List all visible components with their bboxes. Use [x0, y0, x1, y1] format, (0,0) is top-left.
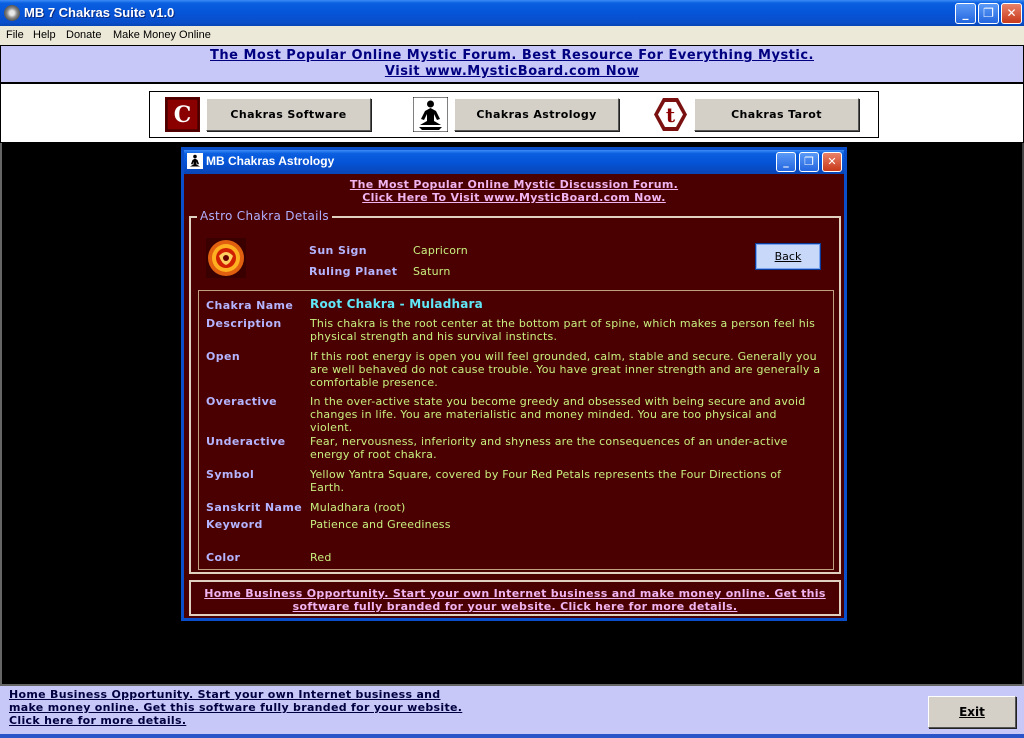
svg-text:t: t	[666, 103, 676, 127]
menu-make-money-online[interactable]: Make Money Online	[113, 29, 211, 41]
restore-button[interactable]: ❐	[978, 3, 999, 24]
chakra-name-value: Root Chakra - Muladhara	[310, 297, 483, 311]
back-button[interactable]: Back	[755, 243, 821, 270]
close-button[interactable]: ✕	[1001, 3, 1022, 24]
chakras-tarot-icon[interactable]: t	[653, 97, 688, 132]
child-window-title: MB Chakras Astrology	[206, 154, 335, 168]
description-value: This chakra is the root center at the bo…	[310, 317, 816, 343]
mysticboard-banner-link[interactable]: The Most Popular Online Mystic Forum. Be…	[202, 46, 822, 80]
sanskrit-name-value: Muladhara (root)	[310, 501, 406, 514]
symbol-value: Yellow Yantra Square, covered by Four Re…	[310, 468, 782, 494]
window-title: MB 7 Chakras Suite v1.0	[24, 5, 175, 20]
sun-sign-value: Capricorn	[413, 244, 468, 257]
ruling-planet-label: Ruling Planet	[309, 265, 398, 278]
ruling-planet-value: Saturn	[413, 265, 451, 278]
app-icon	[4, 5, 20, 21]
chakras-tarot-button[interactable]: Chakras Tarot	[694, 98, 859, 131]
child-maximize-button[interactable]: ❐	[799, 152, 819, 172]
minimize-button[interactable]: _	[955, 3, 976, 24]
bottom-promo-link[interactable]: Home Business Opportunity. Start your ow…	[9, 688, 479, 727]
meditation-figure-icon[interactable]	[412, 96, 449, 133]
menu-bar: File Help Donate Make Money Online	[0, 26, 1024, 45]
home-business-link-box: Home Business Opportunity. Start your ow…	[189, 580, 841, 616]
keyword-value: Patience and Greediness	[310, 518, 451, 531]
toolbar-box: C Chakras Software Chakras Astrology t C…	[149, 91, 879, 138]
chakras-software-button[interactable]: Chakras Software	[206, 98, 371, 131]
forum-link-line1[interactable]: The Most Popular Online Mystic Discussio…	[184, 178, 844, 191]
sanskrit-name-label: Sanskrit Name	[206, 501, 303, 514]
forum-link-line2[interactable]: Click Here To Visit www.MysticBoard.com …	[184, 191, 844, 204]
root-chakra-icon	[206, 238, 246, 278]
menu-help[interactable]: Help	[33, 29, 56, 41]
underactive-label: Underactive	[206, 435, 286, 448]
color-value: Red	[310, 551, 332, 564]
chakra-name-label: Chakra Name	[206, 299, 294, 312]
child-title-bar: MB Chakras Astrology _ ❐ ✕	[184, 150, 844, 174]
toolbar-strip: C Chakras Software Chakras Astrology t C…	[0, 83, 1024, 143]
menu-donate[interactable]: Donate	[66, 29, 101, 41]
exit-button[interactable]: Exit	[928, 696, 1016, 728]
open-value: If this root energy is open you will fee…	[310, 350, 821, 389]
top-banner: The Most Popular Online Mystic Forum. Be…	[0, 45, 1024, 83]
chakras-astrology-button[interactable]: Chakras Astrology	[454, 98, 619, 131]
svg-text:C: C	[174, 102, 192, 128]
child-close-button[interactable]: ✕	[822, 152, 842, 172]
chakra-details-panel: Chakra Name Root Chakra - Muladhara Desc…	[198, 290, 834, 570]
bottom-bar: Home Business Opportunity. Start your ow…	[0, 684, 1024, 738]
sun-sign-label: Sun Sign	[309, 244, 368, 257]
overactive-value: In the over-active state you become gree…	[310, 395, 806, 434]
menu-file[interactable]: File	[6, 29, 24, 41]
description-label: Description	[206, 317, 282, 330]
symbol-label: Symbol	[206, 468, 255, 481]
open-label: Open	[206, 350, 241, 363]
home-business-link[interactable]: Home Business Opportunity. Start your ow…	[191, 587, 839, 613]
underactive-value: Fear, nervousness, inferiority and shyne…	[310, 435, 788, 461]
group-title: Astro Chakra Details	[197, 209, 332, 223]
keyword-label: Keyword	[206, 518, 263, 531]
child-minimize-button[interactable]: _	[776, 152, 796, 172]
overactive-label: Overactive	[206, 395, 278, 408]
chakras-astrology-window: MB Chakras Astrology _ ❐ ✕ The Most Popu…	[181, 147, 847, 621]
color-label: Color	[206, 551, 241, 564]
meditation-title-icon	[187, 153, 203, 169]
taskbar-edge	[0, 734, 1024, 738]
main-title-bar: MB 7 Chakras Suite v1.0 _ ❐ ✕	[0, 0, 1024, 26]
astro-chakra-details-group: Astro Chakra Details Sun Sign Capricorn …	[189, 209, 841, 574]
chakras-software-icon[interactable]: C	[165, 97, 200, 132]
